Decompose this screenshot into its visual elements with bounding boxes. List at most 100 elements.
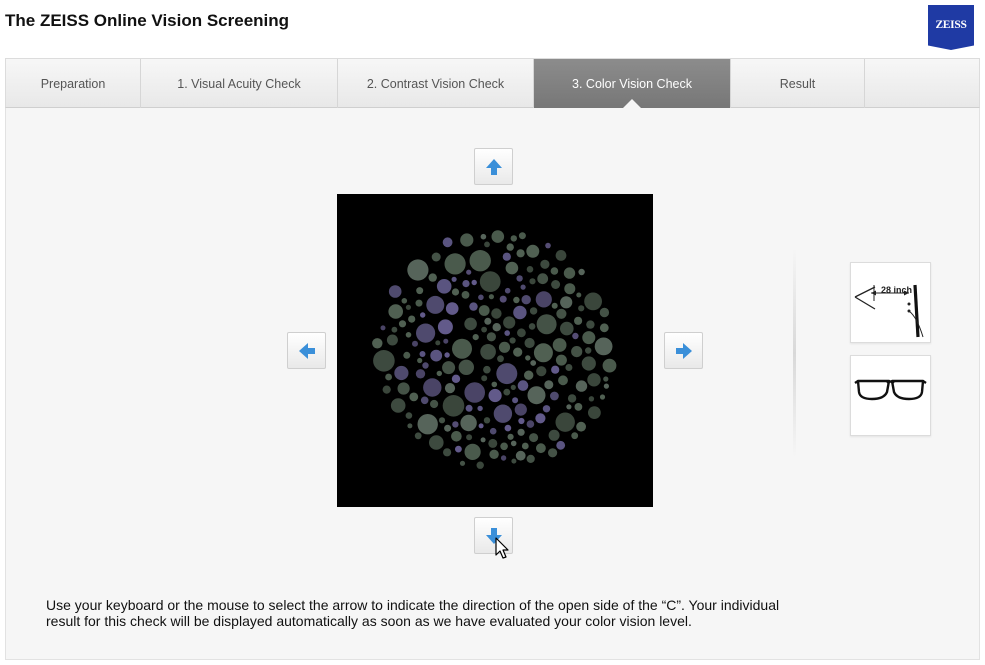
plate-dot bbox=[412, 340, 418, 347]
plate-dot bbox=[481, 326, 487, 333]
plate-dot bbox=[504, 330, 510, 336]
tab-preparation[interactable]: Preparation bbox=[6, 59, 141, 108]
plate-dot bbox=[513, 296, 520, 304]
tab-contrast-vision-check[interactable]: 2. Contrast Vision Check bbox=[338, 59, 534, 108]
plate-dot bbox=[503, 316, 516, 329]
plate-dot bbox=[518, 232, 526, 240]
plate-dot bbox=[576, 292, 582, 298]
plate-dot bbox=[385, 373, 392, 381]
plate-dot bbox=[422, 362, 429, 369]
plate-dot bbox=[529, 433, 539, 443]
plate-dot bbox=[521, 295, 531, 305]
glasses-card[interactable] bbox=[850, 355, 931, 436]
plate-dot bbox=[397, 382, 410, 395]
instructions-text: Use your keyboard or the mouse to select… bbox=[46, 597, 780, 629]
plate-dot bbox=[540, 259, 550, 269]
plate-dot bbox=[391, 326, 398, 333]
plate-dot bbox=[496, 363, 518, 385]
plate-dot bbox=[493, 404, 513, 423]
tab-color-vision-check[interactable]: 3. Color Vision Check bbox=[534, 59, 731, 109]
plate-dot bbox=[476, 461, 484, 469]
plate-dot bbox=[497, 355, 504, 363]
plate-dot bbox=[428, 273, 437, 282]
plate-dot bbox=[478, 423, 484, 429]
plate-dot bbox=[405, 332, 412, 338]
plate-dot bbox=[469, 302, 478, 311]
plate-dot bbox=[445, 302, 459, 315]
plate-dot bbox=[505, 261, 519, 275]
plate-dot bbox=[483, 417, 491, 424]
plate-dot bbox=[444, 424, 452, 432]
plate-dot bbox=[515, 450, 526, 461]
plate-dot bbox=[499, 295, 507, 303]
plate-dot bbox=[526, 420, 535, 428]
tab-visual-acuity-check[interactable]: 1. Visual Acuity Check bbox=[141, 59, 338, 108]
plate-dot bbox=[480, 437, 486, 443]
plate-dot bbox=[372, 338, 383, 349]
plate-dot bbox=[415, 369, 426, 379]
screen-distance-card[interactable]: 28 inch bbox=[850, 262, 931, 343]
plate-dot bbox=[550, 267, 559, 275]
plate-dot bbox=[530, 360, 537, 366]
plate-dot bbox=[560, 296, 573, 309]
plate-dot bbox=[455, 445, 462, 453]
plate-dot bbox=[558, 375, 568, 386]
plate-dot bbox=[581, 356, 596, 371]
arrow-down-button[interactable] bbox=[474, 517, 513, 554]
plate-dot bbox=[488, 438, 498, 448]
plate-dot bbox=[429, 435, 444, 450]
plate-dot bbox=[484, 317, 492, 325]
plate-dot bbox=[488, 294, 494, 300]
arrow-right-button[interactable] bbox=[664, 332, 703, 369]
plate-dot bbox=[380, 325, 386, 331]
plate-dot bbox=[444, 253, 466, 275]
plate-dot bbox=[451, 431, 462, 442]
plate-dot bbox=[416, 287, 424, 295]
plate-dot bbox=[382, 385, 391, 394]
plate-dot bbox=[458, 359, 474, 375]
plate-dot bbox=[472, 334, 479, 341]
plate-dot bbox=[556, 308, 567, 319]
arrow-up-button[interactable] bbox=[474, 148, 513, 185]
plate-dot bbox=[438, 417, 446, 424]
plate-dot bbox=[461, 291, 470, 299]
plate-dot bbox=[578, 305, 585, 312]
plate-dot bbox=[460, 233, 474, 247]
plate-dot bbox=[464, 382, 485, 403]
plate-dot bbox=[401, 298, 408, 304]
plate-dot bbox=[556, 440, 566, 450]
plate-dot bbox=[478, 305, 490, 316]
plate-dot bbox=[394, 365, 409, 381]
plate-dot bbox=[510, 235, 517, 242]
plate-dot bbox=[526, 454, 535, 463]
plate-dot bbox=[451, 374, 461, 383]
plate-dot bbox=[488, 388, 502, 403]
plate-dot bbox=[602, 358, 617, 373]
arrow-up-icon bbox=[485, 158, 502, 175]
plate-dot bbox=[536, 443, 546, 454]
plate-dot bbox=[563, 267, 576, 279]
plate-dot bbox=[477, 405, 483, 412]
plate-dot bbox=[582, 331, 596, 345]
plate-dot bbox=[430, 399, 439, 409]
plate-dot bbox=[584, 292, 602, 311]
plate-dot bbox=[545, 242, 551, 249]
plate-dot bbox=[578, 268, 585, 276]
plate-dot bbox=[471, 279, 477, 286]
plate-dot bbox=[509, 337, 516, 344]
ishihara-dot-pattern bbox=[372, 230, 617, 469]
plate-dot bbox=[599, 323, 609, 333]
plate-dot bbox=[480, 233, 487, 240]
plate-dot bbox=[420, 312, 426, 318]
zeiss-logo: ZEISS bbox=[928, 5, 974, 50]
plate-dot bbox=[574, 316, 583, 325]
arrow-left-button[interactable] bbox=[287, 332, 326, 369]
plate-dot bbox=[564, 283, 576, 295]
screen-distance-icon bbox=[854, 284, 924, 338]
plate-dot bbox=[503, 388, 511, 396]
plate-dot bbox=[483, 365, 491, 374]
tab-result[interactable]: Result bbox=[731, 59, 865, 108]
arrow-down-icon bbox=[485, 527, 502, 544]
plate-dot bbox=[489, 449, 499, 459]
distance-label: 28 inch bbox=[881, 285, 913, 295]
